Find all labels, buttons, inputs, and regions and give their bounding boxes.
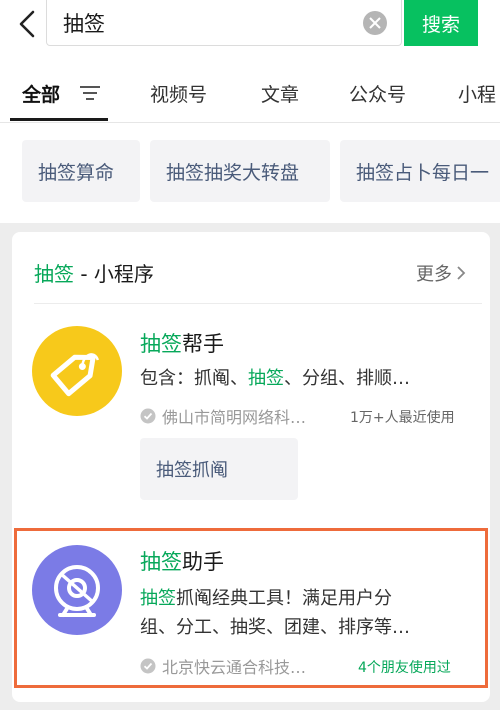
publisher-name: 佛山市简明网络科… bbox=[162, 408, 307, 427]
verified-icon bbox=[140, 408, 156, 424]
tab-articles[interactable]: 文章 bbox=[261, 80, 299, 107]
section-title: 抽签 - 小程序 bbox=[34, 258, 154, 287]
active-tab-indicator bbox=[10, 118, 108, 121]
divider bbox=[0, 122, 500, 123]
highlight-box bbox=[14, 528, 488, 688]
tab-all[interactable]: 全部 bbox=[22, 80, 60, 107]
tab-bar: 全部 视频号 文章 公众号 小程 bbox=[0, 70, 500, 122]
filter-icon[interactable] bbox=[80, 84, 100, 106]
more-link[interactable]: 更多 bbox=[416, 260, 466, 286]
tab-channels[interactable]: 视频号 bbox=[150, 80, 207, 107]
header-area: 抽签 搜索 全部 视频号 文章 公众号 小程 抽签算命 抽签抽奖大转盘 抽签占卜… bbox=[0, 0, 500, 223]
tag-icon bbox=[50, 353, 100, 397]
app-name[interactable]: 抽签帮手 bbox=[140, 328, 224, 358]
title-rest: - 小程序 bbox=[74, 262, 154, 286]
app-description: 包含：抓阄、抽签、分组、排顺… bbox=[140, 364, 410, 393]
desc-keyword: 抽签 bbox=[248, 368, 284, 389]
more-label: 更多 bbox=[416, 264, 452, 285]
app-logo-tag[interactable] bbox=[32, 326, 122, 416]
clear-icon[interactable] bbox=[363, 11, 387, 35]
tab-mini-programs[interactable]: 小程 bbox=[458, 80, 496, 107]
tab-official-accounts[interactable]: 公众号 bbox=[349, 80, 406, 107]
chevron-right-icon bbox=[457, 266, 466, 280]
title-keyword: 抽签 bbox=[34, 262, 74, 286]
suggestion-chip[interactable]: 抽签算命 bbox=[22, 140, 140, 202]
suggestion-chip[interactable]: 抽签抽奖大转盘 bbox=[150, 140, 330, 202]
search-button[interactable]: 搜索 bbox=[404, 0, 478, 46]
name-rest: 帮手 bbox=[182, 332, 224, 356]
publisher: 佛山市简明网络科… bbox=[140, 404, 306, 428]
usage-count: 1万+人最近使用 bbox=[350, 410, 455, 426]
search-query: 抽签 bbox=[63, 12, 105, 36]
desc-suffix: 、分组、排顺… bbox=[284, 368, 410, 389]
back-button[interactable] bbox=[14, 9, 42, 39]
service-button[interactable]: 抽签抓阄 bbox=[140, 438, 298, 500]
search-input[interactable]: 抽签 bbox=[46, 0, 402, 46]
chevron-left-icon bbox=[19, 10, 35, 38]
suggestion-chip[interactable]: 抽签占卜每日一 bbox=[340, 140, 500, 202]
name-keyword: 抽签 bbox=[140, 332, 182, 356]
desc-prefix: 包含：抓阄、 bbox=[140, 368, 248, 389]
divider bbox=[34, 303, 482, 304]
